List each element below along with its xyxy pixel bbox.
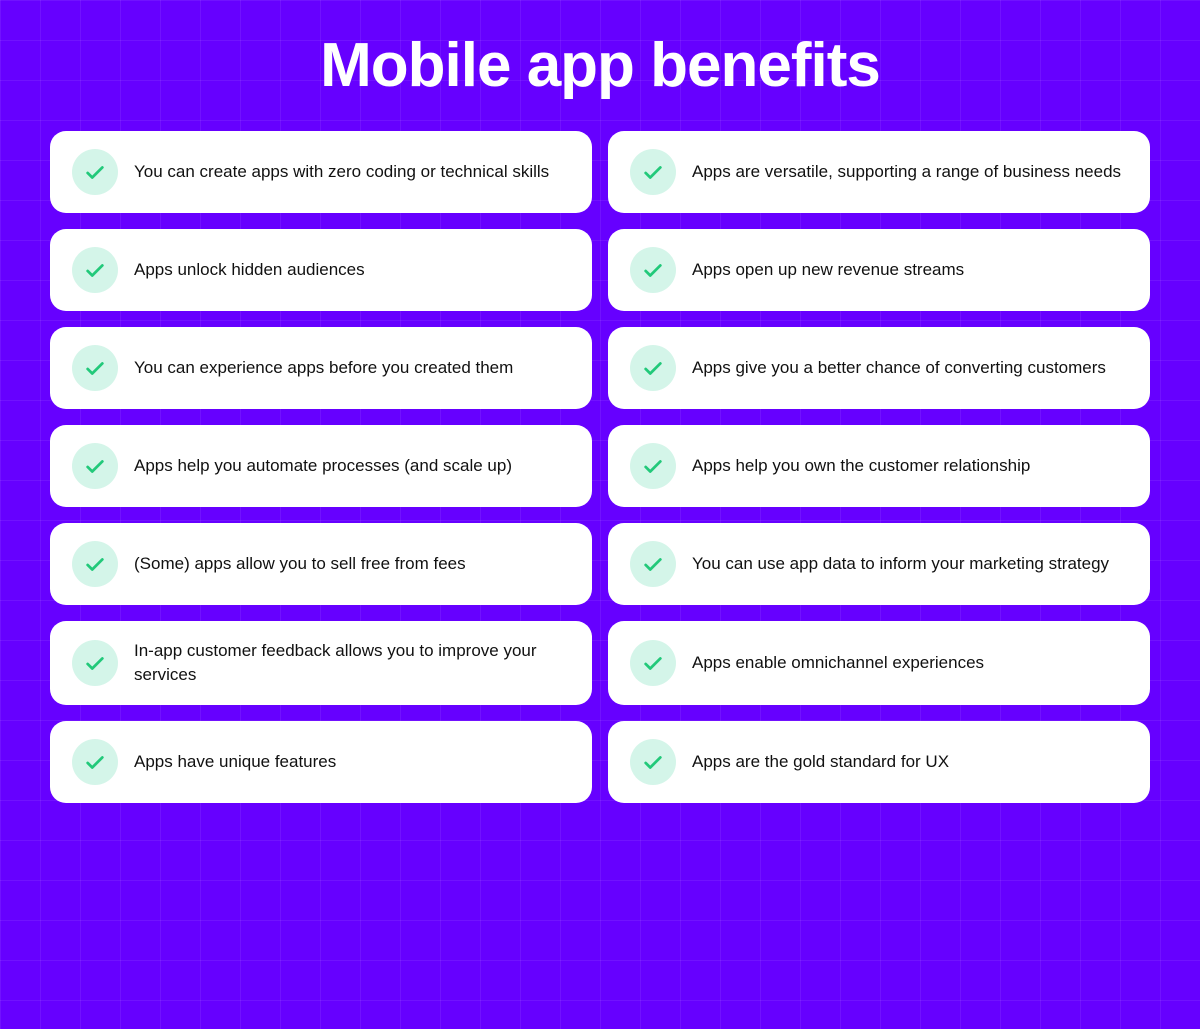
benefit-card-13: Apps have unique features: [50, 721, 592, 803]
check-icon-11: [72, 640, 118, 686]
page-title: Mobile app benefits: [320, 30, 880, 101]
benefit-card-1: You can create apps with zero coding or …: [50, 131, 592, 213]
benefit-text-4: Apps open up new revenue streams: [692, 258, 964, 282]
check-icon-7: [72, 443, 118, 489]
benefit-text-6: Apps give you a better chance of convert…: [692, 356, 1106, 380]
check-icon-2: [630, 149, 676, 195]
benefit-card-2: Apps are versatile, supporting a range o…: [608, 131, 1150, 213]
benefit-text-14: Apps are the gold standard for UX: [692, 750, 949, 774]
benefit-text-10: You can use app data to inform your mark…: [692, 552, 1109, 576]
benefit-card-4: Apps open up new revenue streams: [608, 229, 1150, 311]
benefit-text-8: Apps help you own the customer relations…: [692, 454, 1030, 478]
check-icon-8: [630, 443, 676, 489]
benefit-text-13: Apps have unique features: [134, 750, 336, 774]
benefit-text-12: Apps enable omnichannel experiences: [692, 651, 984, 675]
benefit-card-12: Apps enable omnichannel experiences: [608, 621, 1150, 705]
check-icon-3: [72, 247, 118, 293]
benefit-text-3: Apps unlock hidden audiences: [134, 258, 365, 282]
benefit-card-7: Apps help you automate processes (and sc…: [50, 425, 592, 507]
check-icon-6: [630, 345, 676, 391]
benefit-text-7: Apps help you automate processes (and sc…: [134, 454, 512, 478]
check-icon-14: [630, 739, 676, 785]
check-icon-13: [72, 739, 118, 785]
benefit-text-1: You can create apps with zero coding or …: [134, 160, 549, 184]
check-icon-9: [72, 541, 118, 587]
benefit-text-11: In-app customer feedback allows you to i…: [134, 639, 570, 687]
benefit-text-5: You can experience apps before you creat…: [134, 356, 513, 380]
benefit-card-6: Apps give you a better chance of convert…: [608, 327, 1150, 409]
benefit-text-2: Apps are versatile, supporting a range o…: [692, 160, 1121, 184]
benefit-card-5: You can experience apps before you creat…: [50, 327, 592, 409]
check-icon-1: [72, 149, 118, 195]
check-icon-5: [72, 345, 118, 391]
check-icon-12: [630, 640, 676, 686]
benefit-text-9: (Some) apps allow you to sell free from …: [134, 552, 466, 576]
check-icon-10: [630, 541, 676, 587]
benefit-card-10: You can use app data to inform your mark…: [608, 523, 1150, 605]
benefit-card-8: Apps help you own the customer relations…: [608, 425, 1150, 507]
benefit-card-11: In-app customer feedback allows you to i…: [50, 621, 592, 705]
check-icon-4: [630, 247, 676, 293]
benefit-card-3: Apps unlock hidden audiences: [50, 229, 592, 311]
benefit-card-9: (Some) apps allow you to sell free from …: [50, 523, 592, 605]
benefit-card-14: Apps are the gold standard for UX: [608, 721, 1150, 803]
benefits-grid: You can create apps with zero coding or …: [50, 131, 1150, 803]
